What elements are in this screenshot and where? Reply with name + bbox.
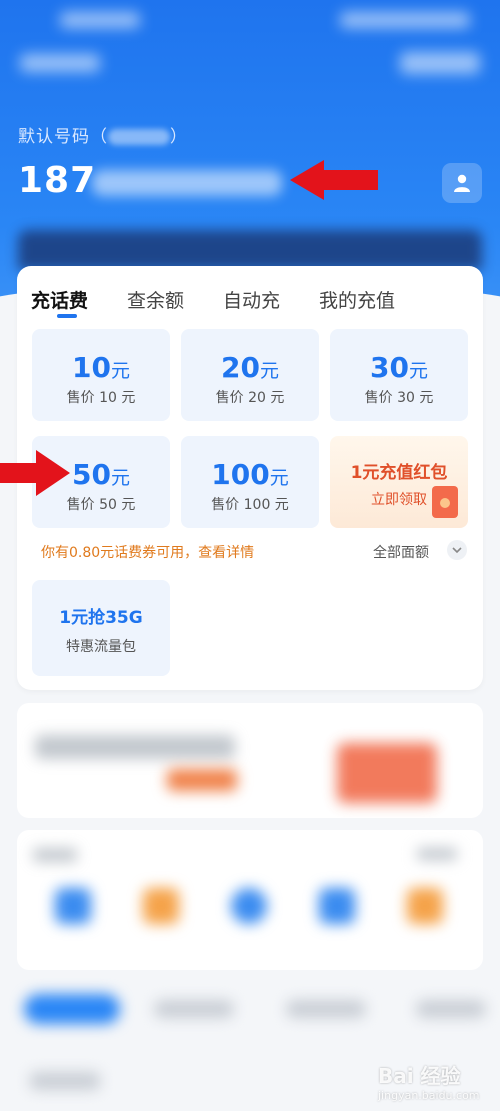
blurred-filter-chip[interactable] [286,1000,366,1018]
tab-check-balance[interactable]: 查余额 [127,286,184,313]
tab-auto-recharge[interactable]: 自动充 [223,286,280,313]
header-title-blurred [20,54,100,72]
blurred-promo-banner[interactable] [17,703,483,818]
header-actions-blurred[interactable] [400,52,480,74]
active-tab-indicator [57,314,77,318]
blurred-section-title [30,1072,100,1090]
data-pack-tile[interactable]: 1元抢35G 特惠流量包 [32,580,170,676]
chevron-down-icon[interactable] [447,540,467,560]
service-icon[interactable] [231,888,267,924]
tile-price: 售价 30 元 [364,390,434,406]
data-pack-subtitle: 特惠流量包 [66,639,136,655]
default-number-label: 默认号码（） [18,127,188,147]
recharge-card: 充话费 查余额 自动充 我的充值 10元 售价 10 元 20元 售价 20 元… [17,266,483,690]
service-icon[interactable] [407,888,443,924]
amount-tile-100[interactable]: 100元 售价 100 元 [181,436,319,528]
service-icon[interactable] [55,888,91,924]
all-amounts-toggle[interactable]: 全部面额 [373,542,429,562]
tile-price: 售价 100 元 [211,497,289,513]
tab-recharge[interactable]: 充话费 [31,286,88,313]
service-icon[interactable] [319,888,355,924]
service-icon[interactable] [143,888,179,924]
tile-price: 售价 20 元 [215,390,285,406]
masked-phone-digits [92,170,282,196]
promo-title: 1元充值红包 [350,463,448,483]
switch-user-button[interactable] [442,163,482,203]
amount-tile-20[interactable]: 20元 售价 20 元 [181,329,319,421]
tab-my-recharge[interactable]: 我的充值 [319,286,395,313]
blurred-service-grid [17,830,483,970]
blurred-promo-strip [18,230,482,270]
masked-account-info [108,129,170,145]
user-icon [454,174,470,192]
blurred-filter-chip[interactable] [416,1000,486,1018]
tile-price: 售价 10 元 [66,390,136,406]
annotation-arrow-50 [0,450,70,496]
baidu-jingyan-watermark: Bai 经验 jingyan.baidu.com [378,1064,480,1102]
phone-number[interactable]: 187 [18,160,96,201]
blurred-filter-chip-active[interactable] [24,994,120,1024]
red-packet-promo-tile[interactable]: 1元充值红包 立即领取 [330,436,468,528]
blurred-filter-chip[interactable] [154,1000,234,1018]
status-bar-blurred [60,12,140,28]
status-bar-right-blurred [340,12,470,28]
data-pack-title: 1元抢35G [59,608,143,628]
amount-tile-10[interactable]: 10元 售价 10 元 [32,329,170,421]
amount-tile-30[interactable]: 30元 售价 30 元 [330,329,468,421]
annotation-arrow-phone [290,160,378,200]
coupon-notice-link[interactable]: 你有0.80元话费券可用，查看详情 [41,542,254,562]
red-envelope-icon [432,486,458,518]
